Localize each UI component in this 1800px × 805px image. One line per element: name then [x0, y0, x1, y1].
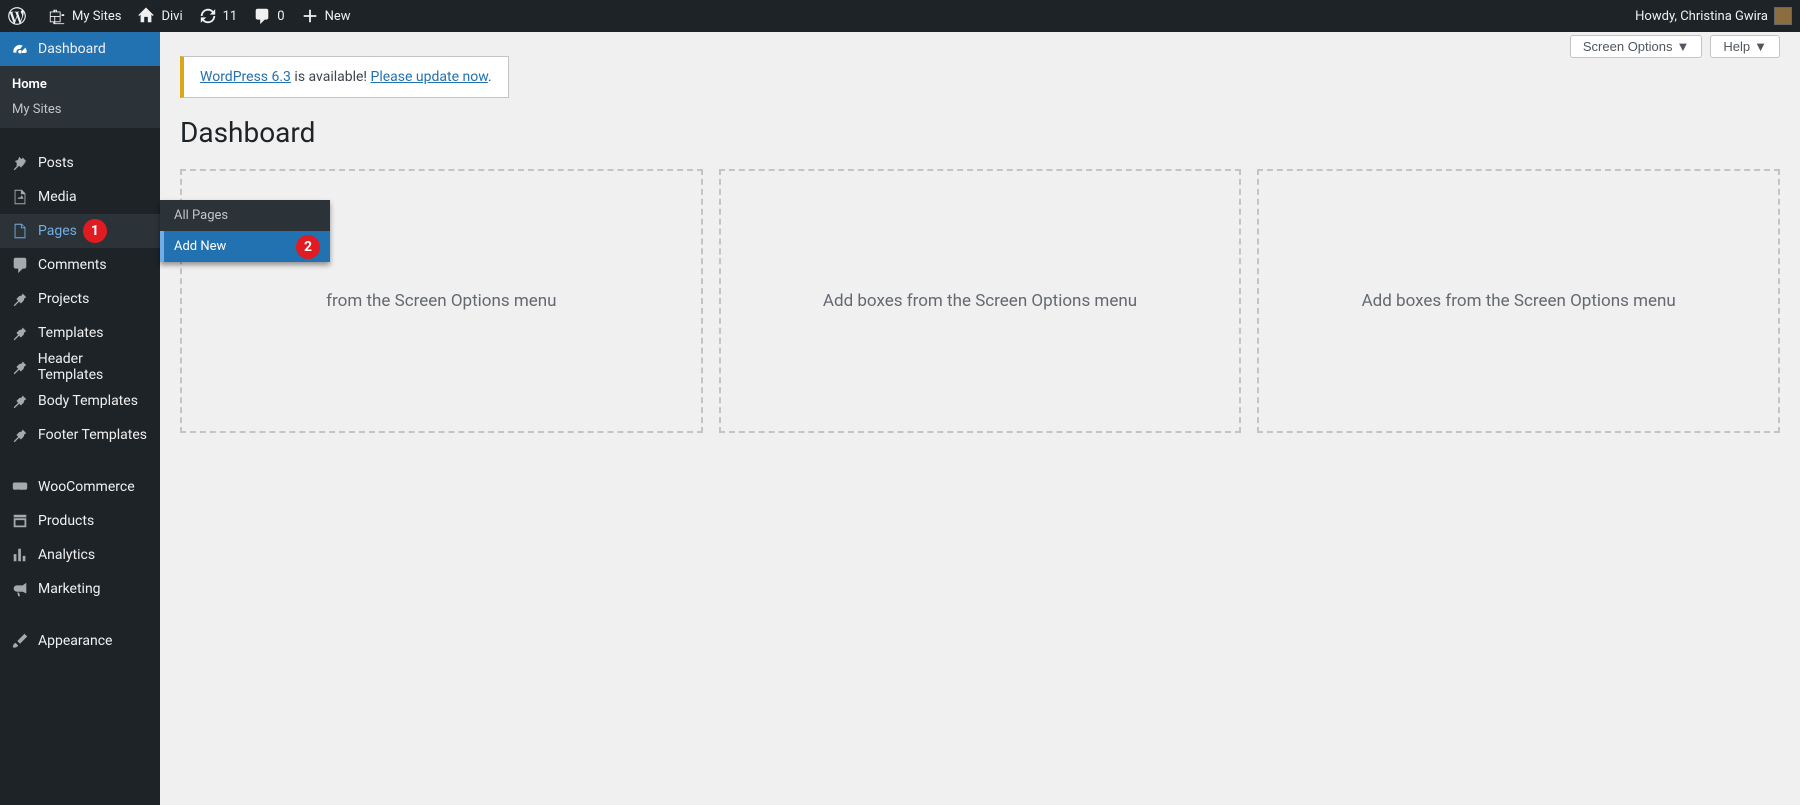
- menu-media-label: Media: [38, 189, 77, 205]
- adminbar-site-name-label: Divi: [161, 9, 182, 24]
- pin-icon: [10, 324, 30, 342]
- menu-marketing[interactable]: Marketing: [0, 572, 160, 606]
- notice-version-link[interactable]: WordPress 6.3: [200, 69, 291, 85]
- menu-body-templates-label: Body Templates: [38, 393, 138, 409]
- submenu-home[interactable]: Home: [0, 72, 160, 97]
- caret-down-icon: ▼: [1677, 39, 1690, 54]
- menu-appearance-label: Appearance: [38, 633, 112, 649]
- flyout-add-new-label: Add New: [174, 239, 226, 254]
- page-title: Dashboard: [180, 116, 1780, 149]
- adminbar-site-name[interactable]: Divi: [129, 0, 190, 32]
- menu-header-templates[interactable]: Header Templates: [0, 350, 160, 384]
- menu-posts-label: Posts: [38, 155, 74, 171]
- pages-flyout: All Pages Add New 2: [160, 200, 330, 262]
- flyout-all-pages-label: All Pages: [174, 208, 228, 223]
- notice-update-link[interactable]: Please update now: [371, 69, 488, 85]
- widget-placeholder-text: Add boxes from the Screen Options menu: [1362, 291, 1676, 311]
- adminbar-updates[interactable]: 11: [191, 0, 246, 32]
- update-icon: [199, 7, 217, 25]
- adminbar-comments-count: 0: [277, 9, 284, 24]
- submenu-dashboard: Home My Sites: [0, 66, 160, 128]
- menu-analytics[interactable]: Analytics: [0, 538, 160, 572]
- plus-icon: [301, 7, 319, 25]
- menu-footer-templates[interactable]: Footer Templates: [0, 418, 160, 452]
- adminbar-my-sites-label: My Sites: [72, 9, 121, 24]
- menu-analytics-label: Analytics: [38, 547, 95, 563]
- megaphone-icon: [10, 580, 30, 598]
- admin-sidebar: Dashboard Home My Sites Posts Media Page…: [0, 32, 160, 805]
- widget-placeholder-text: Add boxes from the Screen Options menu: [823, 291, 1137, 311]
- update-notice: WordPress 6.3 is available! Please updat…: [180, 56, 509, 98]
- menu-pages[interactable]: Pages 1: [0, 214, 160, 248]
- pin-icon: [10, 426, 30, 444]
- flyout-all-pages[interactable]: All Pages: [160, 200, 330, 231]
- menu-pages-label: Pages: [38, 223, 77, 239]
- widget-column-3: Add boxes from the Screen Options menu: [1257, 169, 1780, 433]
- menu-products-label: Products: [38, 513, 94, 529]
- help-button[interactable]: Help ▼: [1710, 35, 1780, 58]
- adminbar-comments[interactable]: 0: [245, 0, 292, 32]
- menu-woocommerce[interactable]: WooCommerce: [0, 470, 160, 504]
- notice-text-mid: is available!: [291, 69, 371, 85]
- menu-dashboard[interactable]: Dashboard: [0, 32, 160, 66]
- menu-footer-templates-label: Footer Templates: [38, 427, 147, 443]
- pin-icon: [10, 358, 30, 376]
- annotation-badge-2: 2: [296, 235, 320, 259]
- avatar: [1774, 7, 1792, 25]
- pin-icon: [10, 290, 30, 308]
- submenu-my-sites-label: My Sites: [12, 102, 61, 117]
- menu-dashboard-label: Dashboard: [38, 41, 106, 57]
- menu-projects[interactable]: Projects: [0, 282, 160, 316]
- menu-comments[interactable]: Comments: [0, 248, 160, 282]
- menu-templates-label: Templates: [38, 325, 104, 341]
- annotation-badge-1: 1: [83, 219, 107, 243]
- adminbar-my-sites[interactable]: My Sites: [40, 0, 129, 32]
- widget-column-2: Add boxes from the Screen Options menu: [719, 169, 1242, 433]
- screen-meta-links: Screen Options ▼ Help ▼: [1570, 35, 1780, 58]
- adminbar-new-label: New: [325, 9, 351, 24]
- wordpress-icon: [8, 7, 26, 25]
- menu-products[interactable]: Products: [0, 504, 160, 538]
- adminbar-account[interactable]: Howdy, Christina Gwira: [1627, 0, 1800, 32]
- menu-woocommerce-label: WooCommerce: [38, 479, 135, 495]
- menu-comments-label: Comments: [38, 257, 107, 273]
- page-icon: [10, 222, 30, 240]
- adminbar-updates-count: 11: [223, 9, 238, 24]
- menu-projects-label: Projects: [38, 291, 89, 307]
- network-icon: [48, 7, 66, 25]
- content-area: Screen Options ▼ Help ▼ WordPress 6.3 is…: [160, 32, 1800, 805]
- help-label: Help: [1723, 39, 1750, 54]
- screen-options-button[interactable]: Screen Options ▼: [1570, 35, 1702, 58]
- wp-logo[interactable]: [0, 0, 40, 32]
- dashboard-widgets: from the Screen Options menu Add boxes f…: [180, 169, 1780, 433]
- analytics-icon: [10, 546, 30, 564]
- menu-appearance[interactable]: Appearance: [0, 624, 160, 658]
- menu-templates[interactable]: Templates: [0, 316, 160, 350]
- pin-icon: [10, 392, 30, 410]
- media-icon: [10, 188, 30, 206]
- admin-bar: My Sites Divi 11 0 New Howdy, Christina …: [0, 0, 1800, 32]
- menu-posts[interactable]: Posts: [0, 146, 160, 180]
- adminbar-new[interactable]: New: [293, 0, 359, 32]
- submenu-home-label: Home: [12, 77, 47, 92]
- products-icon: [10, 512, 30, 530]
- adminbar-howdy: Howdy, Christina Gwira: [1635, 9, 1768, 24]
- brush-icon: [10, 632, 30, 650]
- notice-text-end: .: [488, 69, 492, 85]
- menu-header-templates-label: Header Templates: [38, 351, 150, 383]
- menu-media[interactable]: Media: [0, 180, 160, 214]
- menu-body-templates[interactable]: Body Templates: [0, 384, 160, 418]
- submenu-my-sites[interactable]: My Sites: [0, 97, 160, 122]
- home-icon: [137, 7, 155, 25]
- widget-placeholder-text: from the Screen Options menu: [326, 291, 556, 311]
- menu-marketing-label: Marketing: [38, 581, 101, 597]
- flyout-add-new[interactable]: Add New 2: [160, 231, 330, 262]
- woocommerce-icon: [10, 478, 30, 496]
- comment-icon: [253, 7, 271, 25]
- caret-down-icon: ▼: [1754, 39, 1767, 54]
- dashboard-icon: [10, 40, 30, 58]
- pin-icon: [10, 154, 30, 172]
- screen-options-label: Screen Options: [1583, 39, 1673, 54]
- comments-icon: [10, 256, 30, 274]
